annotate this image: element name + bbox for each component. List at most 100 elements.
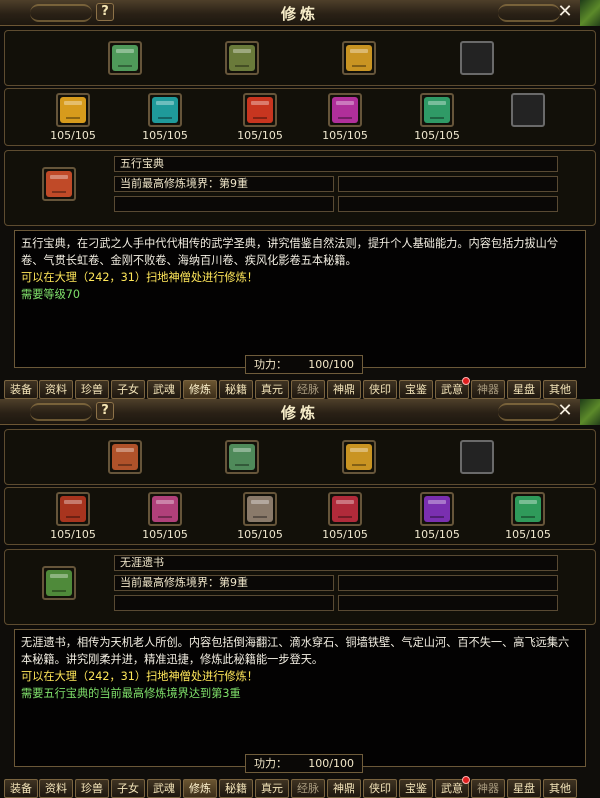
- tab-3[interactable]: 珍兽: [75, 380, 109, 399]
- power-display: 功力： 100/100: [245, 355, 363, 374]
- golden-scroll-icon: [346, 444, 372, 470]
- book-description: 五行宝典，在刁武之人手中代代相传的武学圣典，讲究借鉴自然法则，提升个人基础能力。…: [14, 230, 586, 368]
- character-tab-bar: 装备 资料 珍兽 子女 武魂 修炼 秘籍 真元 经脉 神鼎 侠印 宝鉴 武意 神器 星盘 其他: [0, 776, 600, 798]
- book-selector-frame: [4, 429, 596, 485]
- description-text: 无涯遗书，相传为天机老人所创。内容包括倒海翻江、滴水穿石、铜墙铁壁、气定山河、百…: [21, 636, 570, 666]
- title-bar[interactable]: ? 修炼 ✕: [0, 0, 600, 26]
- book-slot[interactable]: [342, 41, 376, 75]
- tab-1[interactable]: 装备: [4, 779, 38, 798]
- book-name-field: 无涯遗书: [114, 555, 558, 571]
- tab-10[interactable]: 神鼎: [327, 380, 361, 399]
- volume-slot[interactable]: [56, 93, 90, 127]
- volume-slot[interactable]: [328, 93, 362, 127]
- power-value: 100/100: [308, 358, 354, 371]
- magenta-volume-icon: [332, 97, 358, 123]
- tab-12[interactable]: 宝鉴: [399, 380, 433, 399]
- book-slot[interactable]: [108, 41, 142, 75]
- tab-12[interactable]: 宝鉴: [399, 779, 433, 798]
- five-elements-book-icon: [112, 45, 138, 71]
- tab-5[interactable]: 武魂: [147, 779, 181, 798]
- volume-count: 105/105: [50, 129, 96, 142]
- volume-slot[interactable]: [148, 93, 182, 127]
- notification-dot: [462, 776, 470, 784]
- tab-11[interactable]: 侠印: [363, 380, 397, 399]
- chained-scroll-icon: [46, 570, 72, 596]
- info-field-empty: [338, 595, 558, 611]
- tab-4[interactable]: 子女: [111, 380, 145, 399]
- empty-book-slot: [460, 41, 494, 75]
- volume-slot[interactable]: [56, 492, 90, 526]
- tab-13[interactable]: 武意: [435, 776, 470, 798]
- cultivation-location: 可以在大理（242，31）扫地神僧处进行修炼！: [21, 271, 258, 284]
- tab-14[interactable]: 神器: [471, 779, 505, 798]
- book-slot[interactable]: [108, 440, 142, 474]
- close-button[interactable]: ✕: [556, 2, 574, 22]
- book-selector-frame: [4, 30, 596, 86]
- book-description: 无涯遗书，相传为天机老人所创。内容包括倒海翻江、滴水穿石、铜墙铁壁、气定山河、百…: [14, 629, 586, 767]
- close-button[interactable]: ✕: [556, 401, 574, 421]
- red-scroll-icon: [60, 496, 86, 522]
- volume-slot[interactable]: [511, 492, 545, 526]
- tab-15[interactable]: 星盘: [507, 779, 541, 798]
- tab-14[interactable]: 神器: [471, 380, 505, 399]
- tab-16[interactable]: 其他: [543, 380, 577, 399]
- volume-slot[interactable]: [420, 492, 454, 526]
- book-name-field: 五行宝典: [114, 156, 558, 172]
- requirement-text: 需要等级70: [21, 288, 80, 301]
- tab-6[interactable]: 修炼: [183, 380, 217, 399]
- five-elements-book-icon: [46, 171, 72, 197]
- tab-2[interactable]: 资料: [39, 779, 73, 798]
- tab-1[interactable]: 装备: [4, 380, 38, 399]
- tab-10[interactable]: 神鼎: [327, 779, 361, 798]
- volume-slot[interactable]: [420, 93, 454, 127]
- selected-book-slot[interactable]: [42, 566, 76, 600]
- character-tab-bar: 装备 资料 珍兽 子女 武魂 修炼 秘籍 真元 经脉 神鼎 侠印 宝鉴 武意 神器 星盘 其他: [0, 377, 600, 399]
- selected-book-slot[interactable]: [42, 167, 76, 201]
- tab-7[interactable]: 秘籍: [219, 380, 253, 399]
- crimson-scroll-icon: [332, 496, 358, 522]
- tab-9[interactable]: 经脉: [291, 779, 325, 798]
- tab-5[interactable]: 武魂: [147, 380, 181, 399]
- tab-6[interactable]: 修炼: [183, 779, 217, 798]
- volume-slot[interactable]: [243, 492, 277, 526]
- volume-count: 105/105: [414, 129, 460, 142]
- tab-8[interactable]: 真元: [255, 380, 289, 399]
- tab-3[interactable]: 珍兽: [75, 779, 109, 798]
- notification-dot: [462, 377, 470, 385]
- tab-8[interactable]: 真元: [255, 779, 289, 798]
- volume-slot[interactable]: [328, 492, 362, 526]
- empty-book-slot: [460, 440, 494, 474]
- tab-7[interactable]: 秘籍: [219, 779, 253, 798]
- tab-4[interactable]: 子女: [111, 779, 145, 798]
- book-slot[interactable]: [225, 41, 259, 75]
- info-field-empty: [338, 196, 558, 212]
- title-bar[interactable]: ? 修炼 ✕: [0, 399, 600, 425]
- window-title: 修炼: [280, 5, 319, 23]
- green-volume-icon: [424, 97, 450, 123]
- yellow-volume-icon: [60, 97, 86, 123]
- grey-scroll-icon: [247, 496, 273, 522]
- tab-13[interactable]: 武意: [435, 377, 470, 399]
- cultivation-location: 可以在大理（242，31）扫地神僧处进行修炼！: [21, 670, 258, 683]
- tab-9[interactable]: 经脉: [291, 380, 325, 399]
- tab-2[interactable]: 资料: [39, 380, 73, 399]
- leaf-decoration: [580, 399, 600, 425]
- tab-15[interactable]: 星盘: [507, 380, 541, 399]
- power-display: 功力： 100/100: [245, 754, 363, 773]
- emerald-scroll-icon: [515, 496, 541, 522]
- realm-field: 当前最高修炼境界：第9重: [114, 176, 334, 192]
- five-elements-book-icon: [112, 444, 138, 470]
- golden-scroll-icon: [346, 45, 372, 71]
- volume-slot[interactable]: [148, 492, 182, 526]
- tab-16[interactable]: 其他: [543, 779, 577, 798]
- volume-count: 105/105: [142, 528, 188, 541]
- book-slot[interactable]: [342, 440, 376, 474]
- volume-slot[interactable]: [243, 93, 277, 127]
- description-text: 五行宝典，在刁武之人手中代代相传的武学圣典，讲究借鉴自然法则，提升个人基础能力。…: [21, 237, 559, 267]
- pink-scroll-icon: [152, 496, 178, 522]
- volume-count: 105/105: [142, 129, 188, 142]
- volume-count: 105/105: [322, 528, 368, 541]
- leaf-decoration: [580, 0, 600, 26]
- book-slot[interactable]: [225, 440, 259, 474]
- tab-11[interactable]: 侠印: [363, 779, 397, 798]
